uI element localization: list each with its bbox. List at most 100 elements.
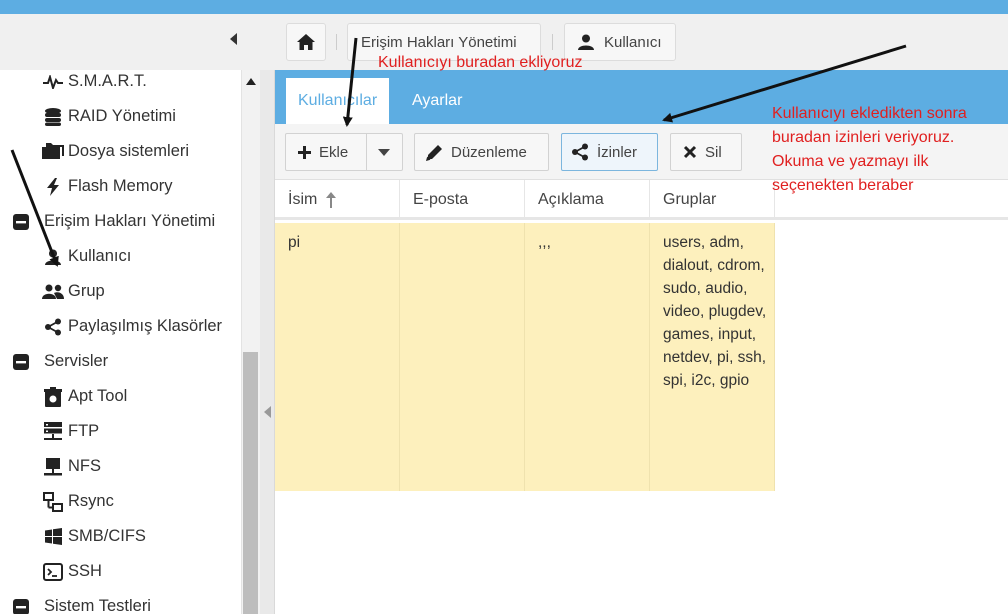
annotation-line: seçenekten beraber: [772, 177, 914, 194]
sidebar-item-label: Erişim Hakları Yönetimi: [44, 212, 216, 230]
sidebar-group-system-tests[interactable]: Sistem Testleri: [8, 589, 248, 614]
sidebar-group-services[interactable]: Servisler: [8, 344, 248, 379]
add-button-group: Ekle: [285, 133, 403, 171]
minus-box-icon: [8, 213, 34, 230]
server-icon: [40, 421, 66, 442]
tab-settings[interactable]: Ayarlar: [400, 78, 474, 124]
panel-splitter[interactable]: [260, 70, 275, 614]
breadcrumb-label: Erişim Hakları Yönetimi: [361, 33, 517, 51]
column-header-label: Gruplar: [663, 191, 717, 208]
folders-icon: [40, 142, 66, 161]
sidebar-item-label: SMB/CIFS: [68, 527, 146, 545]
column-header-label: İsim: [288, 191, 318, 208]
add-button-label: Ekle: [319, 143, 349, 161]
sidebar-item-ftp[interactable]: FTP: [40, 414, 259, 449]
sidebar-item-label: Apt Tool: [68, 387, 128, 405]
table-cell-description: ,,,: [525, 223, 650, 491]
nfs-icon: [40, 457, 66, 476]
annotation-permissions-note: Kullanıcıyı ekledikten sonra buradan izi…: [772, 102, 1008, 198]
cell-text: ,,,: [538, 234, 551, 251]
sidebar-item-group[interactable]: Grup: [40, 274, 259, 309]
sidebar-item-label: Dosya sistemleri: [68, 142, 190, 160]
table-cell-email: [400, 223, 525, 491]
top-accent-bar: [0, 0, 1008, 14]
tab-label: Ayarlar: [412, 92, 463, 109]
sidebar-item-smb[interactable]: SMB/CIFS: [40, 519, 259, 554]
column-header-groups[interactable]: Gruplar: [650, 180, 775, 220]
breadcrumb-separator: [336, 34, 337, 50]
edit-button-label: Düzenleme: [451, 143, 527, 161]
annotation-line: Okuma ve yazmayı ilk: [772, 153, 929, 170]
table-cell-groups: users, adm, dialout, cdrom, sudo, audio,…: [650, 223, 775, 491]
column-header-name[interactable]: İsim: [275, 180, 400, 220]
column-header-email[interactable]: E-posta: [400, 180, 525, 220]
sidebar-item-label: Kullanıcı: [68, 247, 132, 265]
breadcrumb-home[interactable]: [286, 23, 326, 61]
cell-text: pi: [288, 234, 301, 251]
column-header-label: Açıklama: [538, 191, 604, 208]
annotation-line: Kullanıcıyı ekledikten sonra: [772, 105, 967, 122]
annotation-text: Kullanıcıyı buradan ekliyoruz: [378, 54, 583, 71]
windows-icon: [40, 528, 66, 545]
delete-button[interactable]: Sil: [670, 133, 742, 171]
terminal-icon: [40, 562, 66, 581]
database-icon: [40, 107, 66, 126]
permissions-button[interactable]: İzinler: [561, 133, 658, 171]
sidebar-item-label: Servisler: [44, 352, 109, 370]
sidebar-item-nfs[interactable]: NFS: [40, 449, 259, 484]
sidebar-group-access-rights[interactable]: Erişim Hakları Yönetimi: [8, 204, 243, 239]
breadcrumb-separator: [552, 34, 553, 50]
sidebar-nav: S.M.A.R.T. RAID Yönetimi Dosya sistemler…: [0, 70, 260, 614]
add-button[interactable]: Ekle: [286, 134, 367, 170]
sidebar-item-shared-folders[interactable]: Paylaşılmış Klasörler: [40, 309, 259, 344]
sidebar-item-flash[interactable]: Flash Memory: [40, 169, 259, 204]
column-header-label: E-posta: [413, 191, 469, 208]
breadcrumb-label: Kullanıcı: [604, 33, 662, 51]
column-header-description[interactable]: Açıklama: [525, 180, 650, 220]
sidebar-item-smart[interactable]: S.M.A.R.T.: [40, 70, 259, 99]
collapse-sidebar-button[interactable]: [226, 28, 242, 50]
share-icon: [40, 318, 66, 336]
user-icon: [578, 34, 594, 50]
flash-icon: [40, 177, 66, 196]
group-icon: [40, 284, 66, 299]
network-icon: [40, 491, 66, 512]
annotation-line: buradan izinleri veriyoruz.: [772, 129, 955, 146]
sidebar-item-filesystems[interactable]: Dosya sistemleri: [40, 134, 259, 169]
sidebar-item-label: Grup: [68, 282, 105, 300]
pencil-icon: [426, 144, 443, 161]
chevron-down-icon: [378, 148, 391, 156]
minus-box-icon: [8, 353, 34, 370]
close-icon: [683, 145, 697, 159]
permissions-button-label: İzinler: [597, 143, 638, 161]
pulse-icon: [40, 74, 66, 89]
splitter-collapse-icon[interactable]: [264, 405, 271, 423]
table-cell-name: pi: [275, 223, 400, 491]
cell-text: users, adm, dialout, cdrom, sudo, audio,…: [663, 234, 767, 389]
plus-icon: [298, 145, 311, 159]
scroll-up-arrow-icon[interactable]: [246, 76, 256, 86]
sidebar-item-user[interactable]: Kullanıcı: [40, 239, 259, 274]
sidebar-item-label: SSH: [68, 562, 102, 580]
sidebar-item-raid[interactable]: RAID Yönetimi: [40, 99, 259, 134]
sort-ascending-icon: [326, 192, 337, 208]
chevron-left-icon: [230, 33, 237, 45]
sidebar-scrollbar-thumb[interactable]: [243, 352, 258, 614]
home-icon: [297, 34, 315, 50]
sidebar-item-apt-tool[interactable]: Apt Tool: [40, 379, 259, 414]
sidebar-item-rsync[interactable]: Rsync: [40, 484, 259, 519]
tab-label: Kullanıcılar: [298, 92, 378, 109]
add-dropdown-button[interactable]: [367, 134, 402, 170]
tab-users[interactable]: Kullanıcılar: [286, 78, 390, 124]
annotation-add-note: Kullanıcıyı buradan ekliyoruz: [378, 51, 583, 75]
sidebar-item-label: FTP: [68, 422, 100, 440]
package-icon: [40, 386, 66, 407]
edit-button[interactable]: Düzenleme: [414, 133, 549, 171]
sidebar-item-label: Rsync: [68, 492, 114, 510]
share-icon: [571, 143, 589, 161]
user-icon: [40, 249, 66, 265]
sidebar-item-ssh[interactable]: SSH: [40, 554, 259, 589]
sidebar-item-label: Sistem Testleri: [44, 597, 151, 614]
sidebar-item-label: NFS: [68, 457, 101, 475]
sidebar-item-label: S.M.A.R.T.: [68, 72, 147, 90]
